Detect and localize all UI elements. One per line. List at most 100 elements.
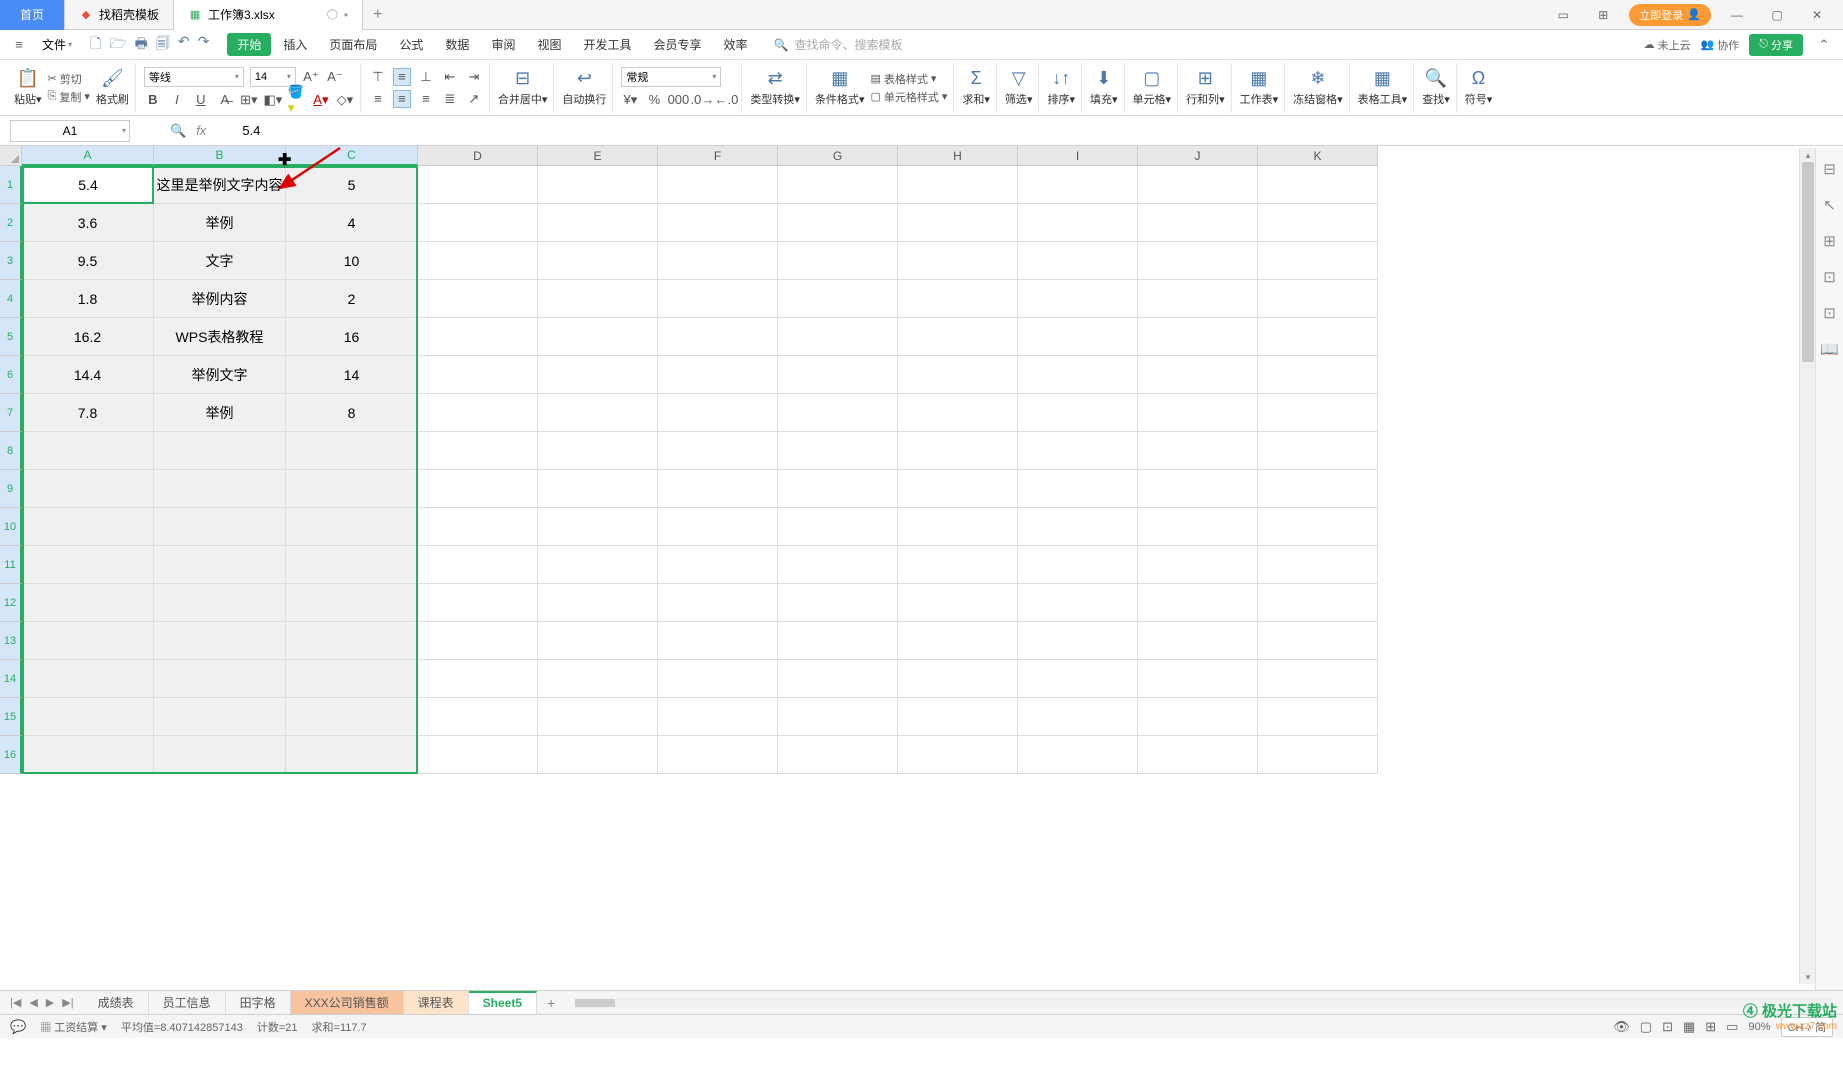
cell-H16[interactable] [898, 736, 1018, 774]
vscroll-thumb[interactable] [1802, 162, 1814, 362]
cell-I9[interactable] [1018, 470, 1138, 508]
cell-E15[interactable] [538, 698, 658, 736]
cell-K15[interactable] [1258, 698, 1378, 736]
strikethrough-icon[interactable]: A̶ [216, 91, 234, 109]
row-header-7[interactable]: 7 [0, 394, 22, 432]
view-square-icon[interactable]: ▢ [1640, 1019, 1652, 1035]
cell-K12[interactable] [1258, 584, 1378, 622]
cell-H8[interactable] [898, 432, 1018, 470]
close-button[interactable]: ✕ [1803, 5, 1831, 25]
cell-G1[interactable] [778, 166, 898, 204]
cell-D11[interactable] [418, 546, 538, 584]
justify-icon[interactable]: ≣ [441, 90, 459, 108]
number-format-select[interactable]: 常规▾ [621, 67, 721, 87]
cell-F13[interactable] [658, 622, 778, 660]
cell-G11[interactable] [778, 546, 898, 584]
ribbon-tab-3[interactable]: 公式 [389, 33, 433, 56]
row-header-6[interactable]: 6 [0, 356, 22, 394]
row-header-2[interactable]: 2 [0, 204, 22, 242]
cell-C11[interactable] [286, 546, 418, 584]
add-sheet-button[interactable]: + [537, 995, 565, 1011]
sheet-tab-1[interactable]: 员工信息 [149, 991, 226, 1014]
cell-F15[interactable] [658, 698, 778, 736]
col-header-I[interactable]: I [1018, 146, 1138, 166]
tab-template[interactable]: ◆ 找稻壳模板 [65, 0, 174, 30]
align-middle-icon[interactable]: ≡ [393, 68, 411, 86]
cell-D15[interactable] [418, 698, 538, 736]
cell-A14[interactable] [22, 660, 154, 698]
sheet-tab-0[interactable]: 成绩表 [84, 991, 149, 1014]
col-header-B[interactable]: B [154, 146, 286, 166]
open-icon[interactable]: 🗁 [109, 33, 126, 57]
sheet-nav-1[interactable]: ◀ [29, 996, 37, 1009]
col-header-K[interactable]: K [1258, 146, 1378, 166]
cell-B9[interactable] [154, 470, 286, 508]
cell-J10[interactable] [1138, 508, 1258, 546]
status-mode-icon[interactable]: 💬 [10, 1019, 26, 1035]
font-color-icon[interactable]: A▾ [312, 91, 330, 109]
row-header-5[interactable]: 5 [0, 318, 22, 356]
cell-F8[interactable] [658, 432, 778, 470]
ribbon-tab-0[interactable]: 开始 [227, 33, 271, 56]
align-center-icon[interactable]: ≡ [393, 90, 411, 108]
cell-K6[interactable] [1258, 356, 1378, 394]
cell-A11[interactable] [22, 546, 154, 584]
sheet-tab-4[interactable]: 课程表 [404, 991, 469, 1014]
cell-F5[interactable] [658, 318, 778, 356]
cell-I15[interactable] [1018, 698, 1138, 736]
cell-F2[interactable] [658, 204, 778, 242]
sheet-tab-3[interactable]: XXX公司销售额 [291, 991, 404, 1014]
clipboard-pane-icon[interactable]: ⊡ [1823, 268, 1836, 286]
cell-G4[interactable] [778, 280, 898, 318]
cell-K3[interactable] [1258, 242, 1378, 280]
row-header-4[interactable]: 4 [0, 280, 22, 318]
cell-A2[interactable]: 3.6 [22, 204, 154, 242]
ribbon-tab-2[interactable]: 页面布局 [319, 33, 387, 56]
cell-D1[interactable] [418, 166, 538, 204]
sidebar-toggle-icon[interactable]: ⊟ [1823, 160, 1836, 178]
cell-K9[interactable] [1258, 470, 1378, 508]
sheet-nav-2[interactable]: ▶ [46, 996, 54, 1009]
cell-B2[interactable]: 举例 [154, 204, 286, 242]
percent-icon[interactable]: % [645, 91, 663, 109]
cell-B15[interactable] [154, 698, 286, 736]
cell-J8[interactable] [1138, 432, 1258, 470]
rowcol-button[interactable]: ⊞行和列▾ [1186, 68, 1225, 107]
cell-C14[interactable] [286, 660, 418, 698]
cell-J4[interactable] [1138, 280, 1258, 318]
cell-H4[interactable] [898, 280, 1018, 318]
cell-A4[interactable]: 1.8 [22, 280, 154, 318]
cell-B8[interactable] [154, 432, 286, 470]
cell-D3[interactable] [418, 242, 538, 280]
cell-I13[interactable] [1018, 622, 1138, 660]
cell-J15[interactable] [1138, 698, 1258, 736]
worksheet-button[interactable]: ▦工作表▾ [1240, 68, 1279, 107]
row-header-8[interactable]: 8 [0, 432, 22, 470]
sheet-nav-3[interactable]: ▶| [62, 996, 73, 1009]
cell-J1[interactable] [1138, 166, 1258, 204]
cell-J12[interactable] [1138, 584, 1258, 622]
italic-icon[interactable]: I [168, 91, 186, 109]
fx-icon[interactable]: fx [196, 123, 206, 139]
cell-D6[interactable] [418, 356, 538, 394]
cell-A3[interactable]: 9.5 [22, 242, 154, 280]
cell-J14[interactable] [1138, 660, 1258, 698]
cell-D13[interactable] [418, 622, 538, 660]
cell-K16[interactable] [1258, 736, 1378, 774]
type-convert-button[interactable]: ⇄类型转换▾ [750, 68, 800, 107]
cell-K1[interactable] [1258, 166, 1378, 204]
cell-H13[interactable] [898, 622, 1018, 660]
row-header-16[interactable]: 16 [0, 736, 22, 774]
cell-I16[interactable] [1018, 736, 1138, 774]
cell-G14[interactable] [778, 660, 898, 698]
row-header-3[interactable]: 3 [0, 242, 22, 280]
cell-G2[interactable] [778, 204, 898, 242]
ribbon-tab-4[interactable]: 数据 [435, 33, 479, 56]
tab-home[interactable]: 首页 [0, 0, 65, 30]
cell-A7[interactable]: 7.8 [22, 394, 154, 432]
cell-K7[interactable] [1258, 394, 1378, 432]
col-header-J[interactable]: J [1138, 146, 1258, 166]
cell-F14[interactable] [658, 660, 778, 698]
cell-F12[interactable] [658, 584, 778, 622]
find-button[interactable]: 🔍查找▾ [1422, 68, 1450, 107]
